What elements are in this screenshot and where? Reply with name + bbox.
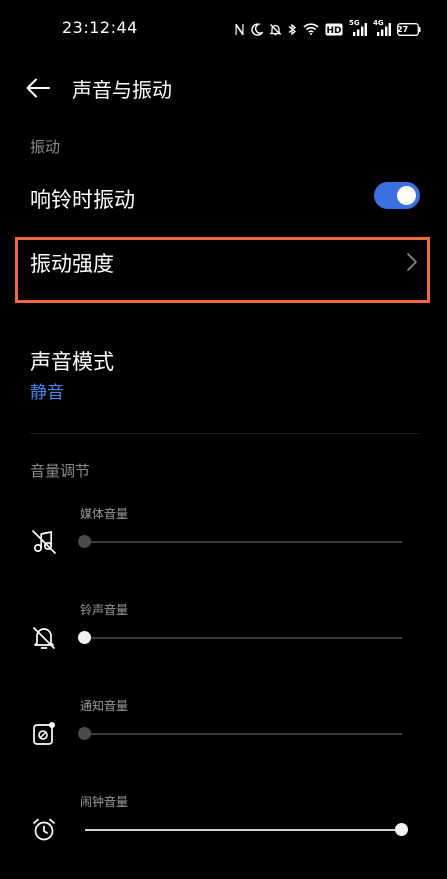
slider-thumb[interactable] [78, 727, 91, 740]
sound-mode-label: 声音模式 [30, 350, 114, 374]
notification-icon [30, 720, 58, 748]
bluetooth-icon [288, 23, 297, 36]
notification-volume-label: 通知音量 [80, 699, 129, 713]
ringtone-volume-slider[interactable] [78, 630, 402, 646]
alarm-icon [30, 816, 58, 844]
hd-badge-text: HD [326, 26, 341, 36]
page-title: 声音与振动 [72, 78, 172, 102]
sound-mode-value: 静音 [30, 383, 64, 403]
toggle-knob [397, 186, 416, 205]
slider-thumb[interactable] [78, 631, 91, 644]
music-off-icon [30, 528, 58, 556]
status-time: 23:12:44 [62, 18, 138, 37]
slider-track [85, 541, 402, 543]
wifi-icon [303, 23, 319, 35]
bell-off-icon [30, 624, 58, 652]
highlight-box [15, 237, 430, 303]
back-arrow-icon [26, 78, 50, 98]
bell-off-status-icon [269, 23, 282, 36]
media-volume-label: 媒体音量 [80, 507, 129, 521]
status-icons: HD 5G 4G 27 [234, 19, 421, 39]
slider-fill [85, 829, 402, 831]
vibration-section-label: 振动 [30, 138, 61, 156]
alarm-volume-slider[interactable] [85, 822, 408, 838]
app-header: 声音与振动 [0, 66, 447, 112]
divider [30, 433, 419, 434]
notification-volume-slider[interactable] [78, 726, 402, 742]
do-not-disturb-moon-icon [251, 22, 263, 36]
volume-section-label: 音量调节 [30, 462, 91, 480]
slider-track [85, 733, 402, 735]
signal-4g-icon: 4G [373, 19, 391, 36]
network-5g-label: 5G [349, 19, 360, 27]
battery-icon: 27 [397, 22, 421, 36]
ringtone-volume-label: 铃声音量 [80, 603, 129, 617]
slider-thumb[interactable] [78, 535, 91, 548]
status-bar: 23:12:44 HD 5G 4G 27 [0, 0, 447, 58]
hd-icon: HD [325, 23, 343, 36]
signal-5g-icon: 5G [349, 19, 367, 36]
slider-thumb[interactable] [395, 823, 408, 836]
alarm-volume-label: 闹钟音量 [80, 795, 129, 809]
network-4g-label: 4G [373, 19, 384, 27]
slider-track [85, 637, 402, 639]
chevron-right-icon [404, 251, 420, 273]
ring-vibrate-toggle[interactable] [374, 182, 420, 209]
media-volume-slider[interactable] [78, 534, 402, 550]
sound-mode-row[interactable]: 声音模式 [0, 336, 447, 410]
back-button[interactable] [24, 76, 52, 100]
nfc-icon [234, 23, 245, 36]
ring-vibrate-label: 响铃时振动 [30, 188, 135, 212]
battery-level: 27 [397, 24, 409, 34]
